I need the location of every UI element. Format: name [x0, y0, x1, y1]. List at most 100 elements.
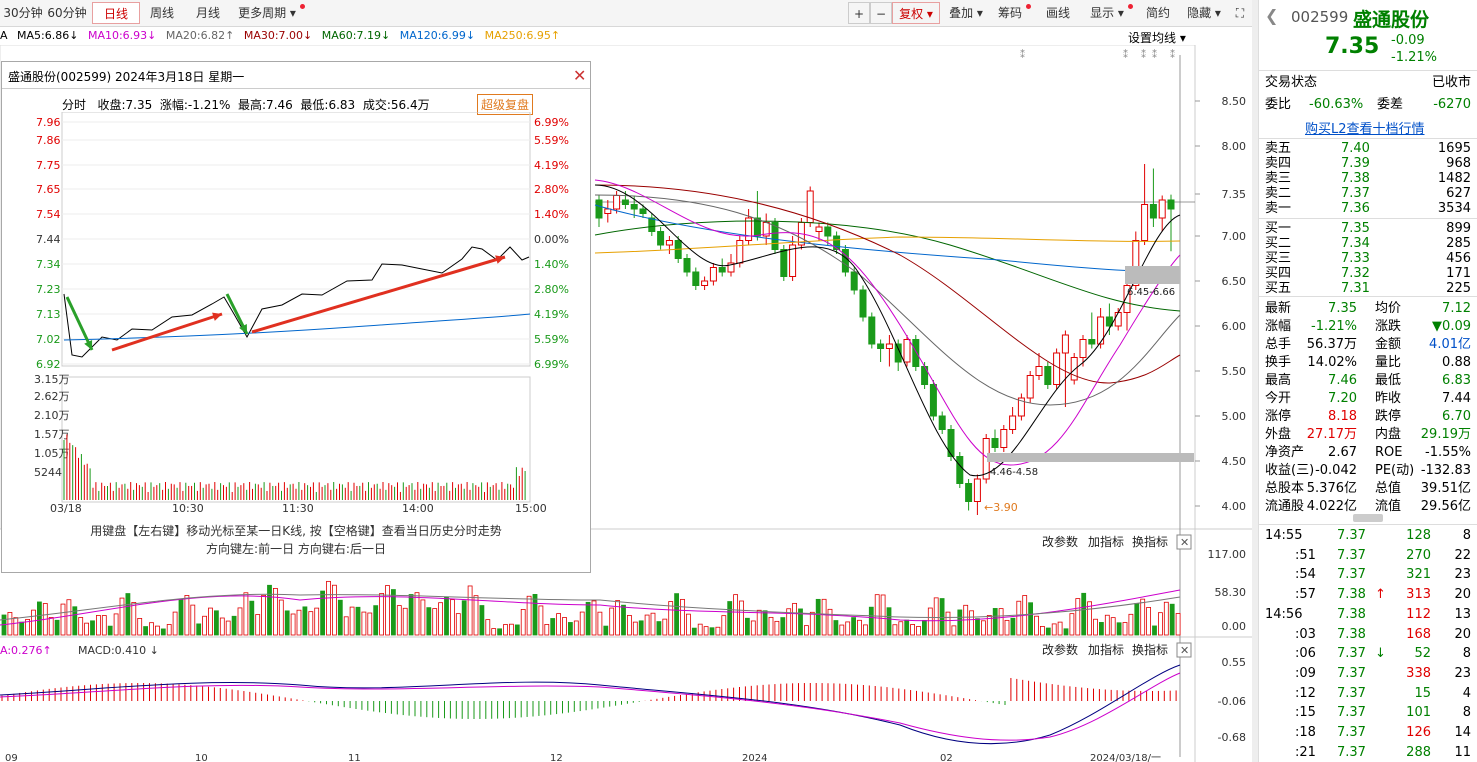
- volume-indicator-button[interactable]: 换指标: [1132, 534, 1168, 549]
- event-marker-icon[interactable]: ⁑: [1123, 48, 1128, 61]
- tick-price: 7.38: [1337, 587, 1366, 603]
- volume-bar: [37, 601, 42, 636]
- hide-button[interactable]: 隐藏 ▾: [1182, 2, 1226, 24]
- popup-title: 盛通股份(002599) 2024年3月18日 星期一: [8, 70, 245, 84]
- volume-axis-label: 58.30: [1215, 586, 1247, 599]
- prev-stock-icon[interactable]: ❮: [1265, 6, 1278, 25]
- candle-body: [1167, 199, 1175, 210]
- collapse-handle-icon[interactable]: [1353, 514, 1383, 522]
- volume-bar: [568, 622, 573, 636]
- intraday-vol-label: 2.62万: [34, 390, 70, 403]
- macd-indicator-button[interactable]: 加指标: [1088, 642, 1124, 657]
- stat-label: 涨停: [1265, 409, 1292, 424]
- volume-bar: [202, 615, 208, 636]
- volume-bar: [1010, 617, 1016, 636]
- volume-bar: [780, 617, 786, 636]
- event-marker-icon[interactable]: ⁑: [1141, 48, 1146, 61]
- overlay-label: 叠加: [949, 6, 974, 20]
- macd-axis-label: -0.68: [1218, 731, 1246, 744]
- volume-bar: [922, 619, 927, 636]
- volume-bar: [703, 626, 709, 636]
- macd-dea-label: A:0.276↑: [0, 644, 52, 657]
- event-marker-icon[interactable]: ⁑: [1152, 48, 1157, 61]
- period-30min[interactable]: 30分钟: [2, 2, 44, 24]
- intraday-pct-label: 1.40%: [534, 258, 569, 271]
- l2-link[interactable]: 购买L2查看十档行情: [1305, 118, 1425, 137]
- volume-bar: [467, 585, 473, 636]
- tick-volume: 128: [1406, 528, 1431, 543]
- volume-bar: [379, 593, 385, 636]
- stat-value: 27.17万: [1306, 427, 1357, 442]
- quote-row: :54 7.37 321 23: [1265, 566, 1471, 584]
- high-price: 最高:7.46: [238, 98, 293, 112]
- volume-indicator-button[interactable]: 改参数: [1042, 534, 1078, 549]
- keyboard-hint: 用键盘【左右键】移动光标至某一日K线, 按【空格键】查看当日历史分时走势: [90, 524, 502, 538]
- fuquan-button[interactable]: 复权 ▾: [892, 2, 940, 24]
- period-60min[interactable]: 60分钟: [46, 2, 88, 24]
- volume-bar: [621, 604, 626, 636]
- direction-hint: 方向键左:前一日 方向键右:后一日: [206, 542, 386, 556]
- volume-bar: [992, 608, 998, 636]
- tick-time: :15: [1295, 705, 1316, 721]
- chip-button[interactable]: 筹码: [992, 2, 1028, 24]
- date-axis-label: 11: [348, 753, 361, 762]
- close-icon[interactable]: ✕: [573, 66, 586, 85]
- tick-price: 7.37: [1337, 528, 1366, 543]
- candle-body: [701, 280, 709, 286]
- quote-row: :09 7.37 338 23: [1265, 665, 1471, 683]
- simple-button[interactable]: 简约: [1140, 2, 1176, 24]
- red-arrow-head: [212, 312, 222, 321]
- volume-bar: [166, 624, 172, 636]
- volume-bar: [60, 603, 66, 636]
- tick-count: 23: [1454, 665, 1471, 681]
- fullscreen-icon[interactable]: ⛶: [1230, 2, 1250, 24]
- volume-bar: [1081, 592, 1087, 636]
- tab-intraday[interactable]: 分时: [62, 98, 86, 112]
- zoom-in-button[interactable]: +: [848, 2, 870, 24]
- candle-body: [604, 208, 612, 214]
- stat-label: 最高: [1265, 373, 1292, 388]
- macd-indicator-button[interactable]: 换指标: [1132, 642, 1168, 657]
- volume-indicator-button[interactable]: 加指标: [1088, 534, 1124, 549]
- candle-body: [1079, 339, 1087, 358]
- volume-bar: [544, 624, 550, 636]
- event-marker-icon[interactable]: ⁑: [1170, 48, 1175, 61]
- period-more[interactable]: 更多周期 ▾: [234, 2, 300, 24]
- display-button[interactable]: 显示 ▾: [1084, 2, 1130, 24]
- volume-bar: [910, 624, 915, 636]
- stat-label: 跌停: [1375, 409, 1402, 424]
- display-dot: [1128, 4, 1133, 9]
- candle-body: [595, 199, 603, 219]
- set-ma-label: 设置均线: [1128, 31, 1177, 45]
- candle-body: [639, 208, 647, 214]
- status-value: 已收市: [1431, 75, 1471, 90]
- volume-bar: [851, 617, 856, 636]
- weicha-value: -6270: [1433, 97, 1471, 112]
- candle-body: [683, 258, 691, 273]
- period-weekly[interactable]: 周线: [144, 2, 180, 24]
- volume-bar: [762, 610, 768, 636]
- volume-bar: [638, 620, 644, 636]
- overlay-button[interactable]: 叠加 ▾: [944, 2, 988, 24]
- intraday-volume-frame: [61, 376, 531, 503]
- period-monthly[interactable]: 月线: [190, 2, 226, 24]
- zoom-out-button[interactable]: −: [870, 2, 892, 24]
- volume-bar: [585, 601, 591, 636]
- period-daily[interactable]: 日线: [92, 2, 140, 24]
- tick-time: :57: [1295, 587, 1316, 603]
- volume-bar: [609, 607, 615, 636]
- macd-indicator-button[interactable]: 改参数: [1042, 642, 1078, 657]
- volume-bar: [857, 619, 862, 636]
- display-label: 显示: [1090, 6, 1115, 20]
- stat-value: 0.88: [1442, 355, 1471, 370]
- volume-bar: [898, 621, 904, 636]
- draw-button[interactable]: 画线: [1040, 2, 1076, 24]
- tick-price: 7.37: [1337, 567, 1366, 583]
- set-ma-button[interactable]: 设置均线 ▾: [1128, 29, 1186, 46]
- intraday-pct-label: 0.00%: [534, 233, 569, 246]
- intraday-vol-label: 5244: [34, 466, 62, 479]
- intraday-pct-label: 5.59%: [534, 134, 569, 147]
- price-axis-label: 8.00: [1222, 140, 1247, 153]
- event-marker-icon[interactable]: ⁑: [1020, 48, 1025, 61]
- quote-row: 收益(三) -0.042 PE(动) -132.83: [1265, 462, 1471, 480]
